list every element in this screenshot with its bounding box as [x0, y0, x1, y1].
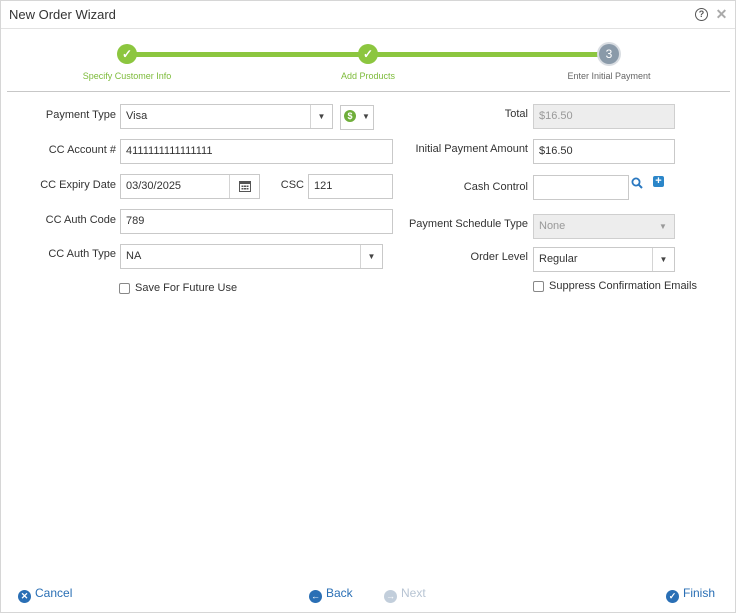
- cc-account-label: CC Account #: [48, 144, 116, 156]
- order-level-value: Regular: [539, 253, 578, 265]
- payment-type-select[interactable]: Visa ▼: [120, 104, 333, 129]
- initial-payment-input[interactable]: $16.50: [533, 139, 675, 164]
- chevron-down-icon: ▼: [360, 245, 382, 268]
- header-divider: [7, 91, 730, 92]
- help-icon[interactable]: ?: [695, 8, 708, 21]
- finish-label: Finish: [683, 586, 716, 600]
- cc-auth-code-input[interactable]: 789: [120, 209, 393, 234]
- cash-control-label: Cash Control: [463, 181, 528, 193]
- cash-control-input[interactable]: [533, 175, 629, 200]
- back-button[interactable]: ← Back: [309, 586, 353, 603]
- currency-menu-button[interactable]: $ ▼: [340, 105, 374, 130]
- search-icon[interactable]: [631, 177, 643, 189]
- step-connector-1: [127, 52, 367, 57]
- suppress-emails-label[interactable]: Suppress Confirmation Emails: [549, 280, 697, 292]
- close-icon[interactable]: ✕: [715, 7, 728, 21]
- step-3-indicator: 3: [599, 44, 619, 64]
- suppress-emails-checkbox[interactable]: [533, 281, 544, 292]
- cc-auth-code-label: CC Auth Code: [45, 214, 116, 226]
- chevron-down-icon: ▼: [310, 105, 332, 128]
- cc-account-value: 4111111111111111: [126, 145, 213, 157]
- step-2-label: Add Products: [340, 71, 396, 81]
- save-for-future-label[interactable]: Save For Future Use: [135, 282, 237, 294]
- window-title: New Order Wizard: [9, 7, 116, 22]
- csc-value: 121: [314, 180, 333, 192]
- step-3-label: Enter Initial Payment: [567, 71, 651, 81]
- initial-payment-label: Initial Payment Amount: [415, 143, 528, 155]
- next-button: → Next: [384, 586, 426, 603]
- step-1-label: Specify Customer Info: [82, 71, 172, 81]
- arrow-left-circle-icon: ←: [309, 590, 322, 603]
- calendar-icon[interactable]: [229, 175, 259, 198]
- order-level-select[interactable]: Regular ▼: [533, 247, 675, 272]
- chevron-down-icon: ▼: [659, 222, 667, 231]
- cc-expiry-label: CC Expiry Date: [40, 179, 116, 191]
- cc-expiry-value: 03/30/2025: [126, 180, 182, 192]
- payment-type-value: Visa: [126, 110, 148, 122]
- step-2-check-icon: ✓: [358, 44, 378, 64]
- caret-down-icon: ▼: [362, 112, 370, 121]
- title-bar: New Order Wizard ? ✕: [1, 1, 735, 29]
- total-input: $16.50: [533, 104, 675, 129]
- next-label: Next: [401, 586, 426, 600]
- add-icon[interactable]: +: [653, 176, 664, 187]
- payment-schedule-value: None: [539, 220, 566, 232]
- chevron-down-icon: ▼: [652, 248, 674, 271]
- step-connector-2: [368, 52, 608, 57]
- dollar-coin-icon: $: [344, 110, 356, 122]
- csc-input[interactable]: 121: [308, 174, 393, 199]
- order-level-label: Order Level: [470, 251, 528, 263]
- payment-schedule-label: Payment Schedule Type: [408, 218, 528, 230]
- total-label: Total: [504, 108, 528, 120]
- cc-expiry-input[interactable]: 03/30/2025: [120, 174, 260, 199]
- step-1-check-icon: ✓: [117, 44, 137, 64]
- cc-auth-type-label: CC Auth Type: [48, 248, 116, 260]
- cc-account-input[interactable]: 4111111111111111: [120, 139, 393, 164]
- cc-auth-type-value: NA: [126, 250, 142, 262]
- total-value: $16.50: [539, 110, 573, 122]
- cancel-label: Cancel: [35, 586, 73, 600]
- check-circle-icon: ✓: [666, 590, 679, 603]
- back-label: Back: [326, 586, 353, 600]
- payment-type-label: Payment Type: [45, 109, 116, 121]
- arrow-right-circle-icon: →: [384, 590, 397, 603]
- initial-payment-value: $16.50: [539, 145, 573, 157]
- csc-label: CSC: [280, 179, 304, 191]
- save-for-future-checkbox[interactable]: [119, 283, 130, 294]
- new-order-wizard-dialog: New Order Wizard ? ✕ ✓ ✓ 3 Specify Custo…: [0, 0, 736, 613]
- payment-schedule-select: None ▼: [533, 214, 675, 239]
- cc-auth-code-value: 789: [126, 215, 145, 227]
- finish-button[interactable]: ✓ Finish: [666, 586, 715, 603]
- times-circle-icon: ✕: [18, 590, 31, 603]
- cancel-button[interactable]: ✕ Cancel: [18, 586, 72, 603]
- cc-auth-type-select[interactable]: NA ▼: [120, 244, 383, 269]
